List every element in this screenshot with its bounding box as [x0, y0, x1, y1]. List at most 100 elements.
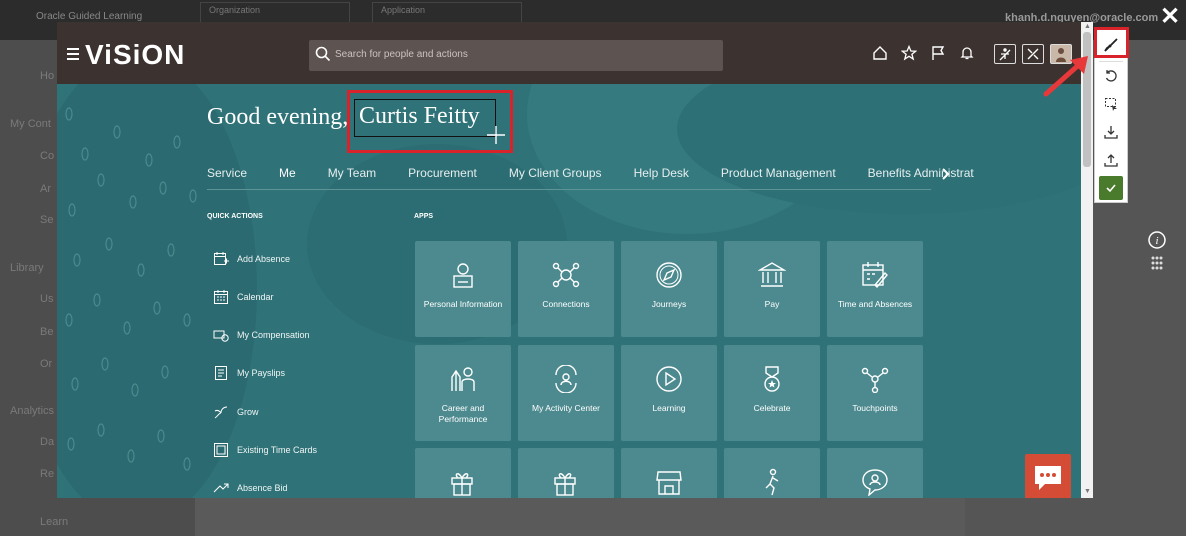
quick-action-grow[interactable]: Grow [213, 404, 259, 420]
quick-action-existing-time-cards[interactable]: Existing Time Cards [213, 442, 317, 458]
tab-service[interactable]: Service [207, 166, 247, 180]
app-tile-personal-information[interactable]: Personal Information [415, 241, 511, 337]
close-icon[interactable]: ✕ [1160, 2, 1180, 31]
greeting-prefix: Good evening, [207, 104, 349, 130]
tab-procurement[interactable]: Procurement [408, 166, 477, 180]
bg-sidebar-item: Ho [40, 70, 55, 82]
tab-help-desk[interactable]: Help Desk [634, 166, 689, 180]
scroll-up-icon[interactable]: ▲ [1084, 23, 1091, 30]
quick-action-calendar[interactable]: Calendar [213, 289, 274, 305]
home-icon[interactable] [872, 45, 888, 61]
tab-my-client-groups[interactable]: My Client Groups [509, 166, 602, 180]
brush-highlight-box [1094, 27, 1129, 58]
app-tile-learning[interactable]: Learning [621, 345, 717, 441]
bg-sidebar-item: Ar [40, 183, 51, 195]
bg-sidebar-item: Da [40, 436, 55, 448]
quick-action-label: My Payslips [237, 368, 286, 378]
tab-me[interactable]: Me [279, 166, 296, 180]
bg-sidebar-item: Learn [40, 516, 69, 528]
undo-icon [1105, 70, 1117, 82]
chat-button[interactable] [1025, 454, 1071, 498]
select-region-button[interactable] [1099, 92, 1123, 116]
info-widget[interactable]: i [1144, 228, 1170, 280]
checkmark-icon [1106, 184, 1116, 193]
app-tile-chat-person[interactable] [827, 448, 923, 498]
info-icon: i [1145, 229, 1169, 279]
hamburger-menu-icon[interactable] [67, 48, 79, 63]
grow-icon [214, 406, 228, 419]
capture-frame: ViSiON Search for people and actions Goo… [57, 22, 1093, 498]
app-tile-wellness[interactable] [724, 448, 820, 498]
tabs-next-chevron-icon[interactable] [941, 167, 951, 181]
download-icon [1104, 126, 1118, 139]
medal-icon [764, 366, 780, 392]
app-tile-label: Celebrate [753, 403, 791, 413]
quick-action-add-absence[interactable]: Add Absence [213, 251, 290, 267]
app-tile-label: Pay [764, 299, 780, 309]
tabs-divider [207, 189, 931, 190]
quick-action-my-payslips[interactable]: My Payslips [213, 365, 285, 381]
quick-action-label: Absence Bid [237, 483, 288, 493]
app-tile-journeys[interactable]: Journeys [621, 241, 717, 337]
app-tile-time-and-absences[interactable]: Time and Absences [827, 241, 923, 337]
activity-icon [555, 365, 577, 393]
tab-product-management[interactable]: Product Management [721, 166, 836, 180]
bank-icon [758, 262, 786, 287]
confirm-button[interactable] [1099, 176, 1123, 200]
select-region-icon [1105, 98, 1117, 111]
bg-sidebar-item: Us [40, 293, 54, 305]
quick-action-label: Add Absence [237, 254, 291, 264]
undo-button[interactable] [1099, 64, 1123, 88]
app-header: ViSiON Search for people and actions [57, 22, 1081, 84]
flag-icon[interactable] [930, 45, 946, 61]
gift-icon [451, 473, 473, 496]
bg-sidebar-item: Co [40, 150, 55, 162]
app-tile-store[interactable] [621, 448, 717, 498]
app-tile-celebrate[interactable]: Celebrate [724, 345, 820, 441]
bg-sidebar-item: Or [40, 358, 53, 370]
upload-icon [1104, 154, 1118, 167]
person-info-icon [453, 263, 473, 288]
chat-person-icon [862, 469, 888, 496]
quick-action-absence-bid[interactable]: Absence Bid [213, 480, 288, 496]
scroll-down-icon[interactable]: ▼ [1084, 488, 1091, 495]
bg-sidebar-item: Re [40, 468, 55, 480]
app-tile-label: Time and Absences [837, 299, 913, 309]
app-tile-connections[interactable]: Connections [518, 241, 614, 337]
app-tile-touchpoints[interactable]: Touchpoints [827, 345, 923, 441]
gift-icon [554, 473, 576, 496]
app-tile-my-activity-center[interactable]: My Activity Center [518, 345, 614, 441]
tab-my-team[interactable]: My Team [328, 166, 376, 180]
quick-actions-heading: QUICK ACTIONS [207, 213, 263, 220]
accessibility-button[interactable] [994, 44, 1016, 64]
quick-action-label: My Compensation [237, 330, 310, 340]
bg-sidebar-item: Library [10, 262, 44, 274]
quick-action-my-compensation[interactable]: My Compensation [213, 327, 310, 343]
app-tile-gift-2[interactable] [518, 448, 614, 498]
notifications-bell-icon[interactable] [959, 45, 975, 61]
tab-benefits-administration[interactable]: Benefits Administration [868, 166, 974, 180]
bg-sidebar-item: Be [40, 326, 54, 338]
calendar-edit-icon [862, 262, 888, 289]
apps-heading: APPS [414, 213, 434, 220]
app-tile-label: Touchpoints [852, 403, 898, 413]
favorites-star-icon[interactable] [900, 44, 918, 61]
search-placeholder: Search for people and actions [335, 49, 468, 60]
background-brand: Oracle Guided Learning [36, 11, 143, 22]
compass-icon [656, 262, 682, 288]
chat-bubble-icon [1035, 466, 1061, 490]
app-tile-career-and-performance[interactable]: Career and Performance [415, 345, 511, 441]
compensation-icon [213, 330, 229, 342]
payslip-icon [215, 366, 227, 380]
download-button[interactable] [1099, 120, 1123, 144]
app-tile-gift[interactable] [415, 448, 511, 498]
vision-logo: ViSiON [85, 39, 186, 70]
career-icon [451, 367, 475, 391]
upload-button[interactable] [1099, 148, 1123, 172]
red-arrow-icon [1043, 56, 1088, 97]
time-card-icon [214, 443, 228, 457]
search-field[interactable]: Search for people and actions [309, 40, 723, 71]
crosshair-cursor-icon [487, 126, 505, 144]
app-tile-pay[interactable]: Pay [724, 241, 820, 337]
absence-bid-icon [213, 483, 229, 493]
